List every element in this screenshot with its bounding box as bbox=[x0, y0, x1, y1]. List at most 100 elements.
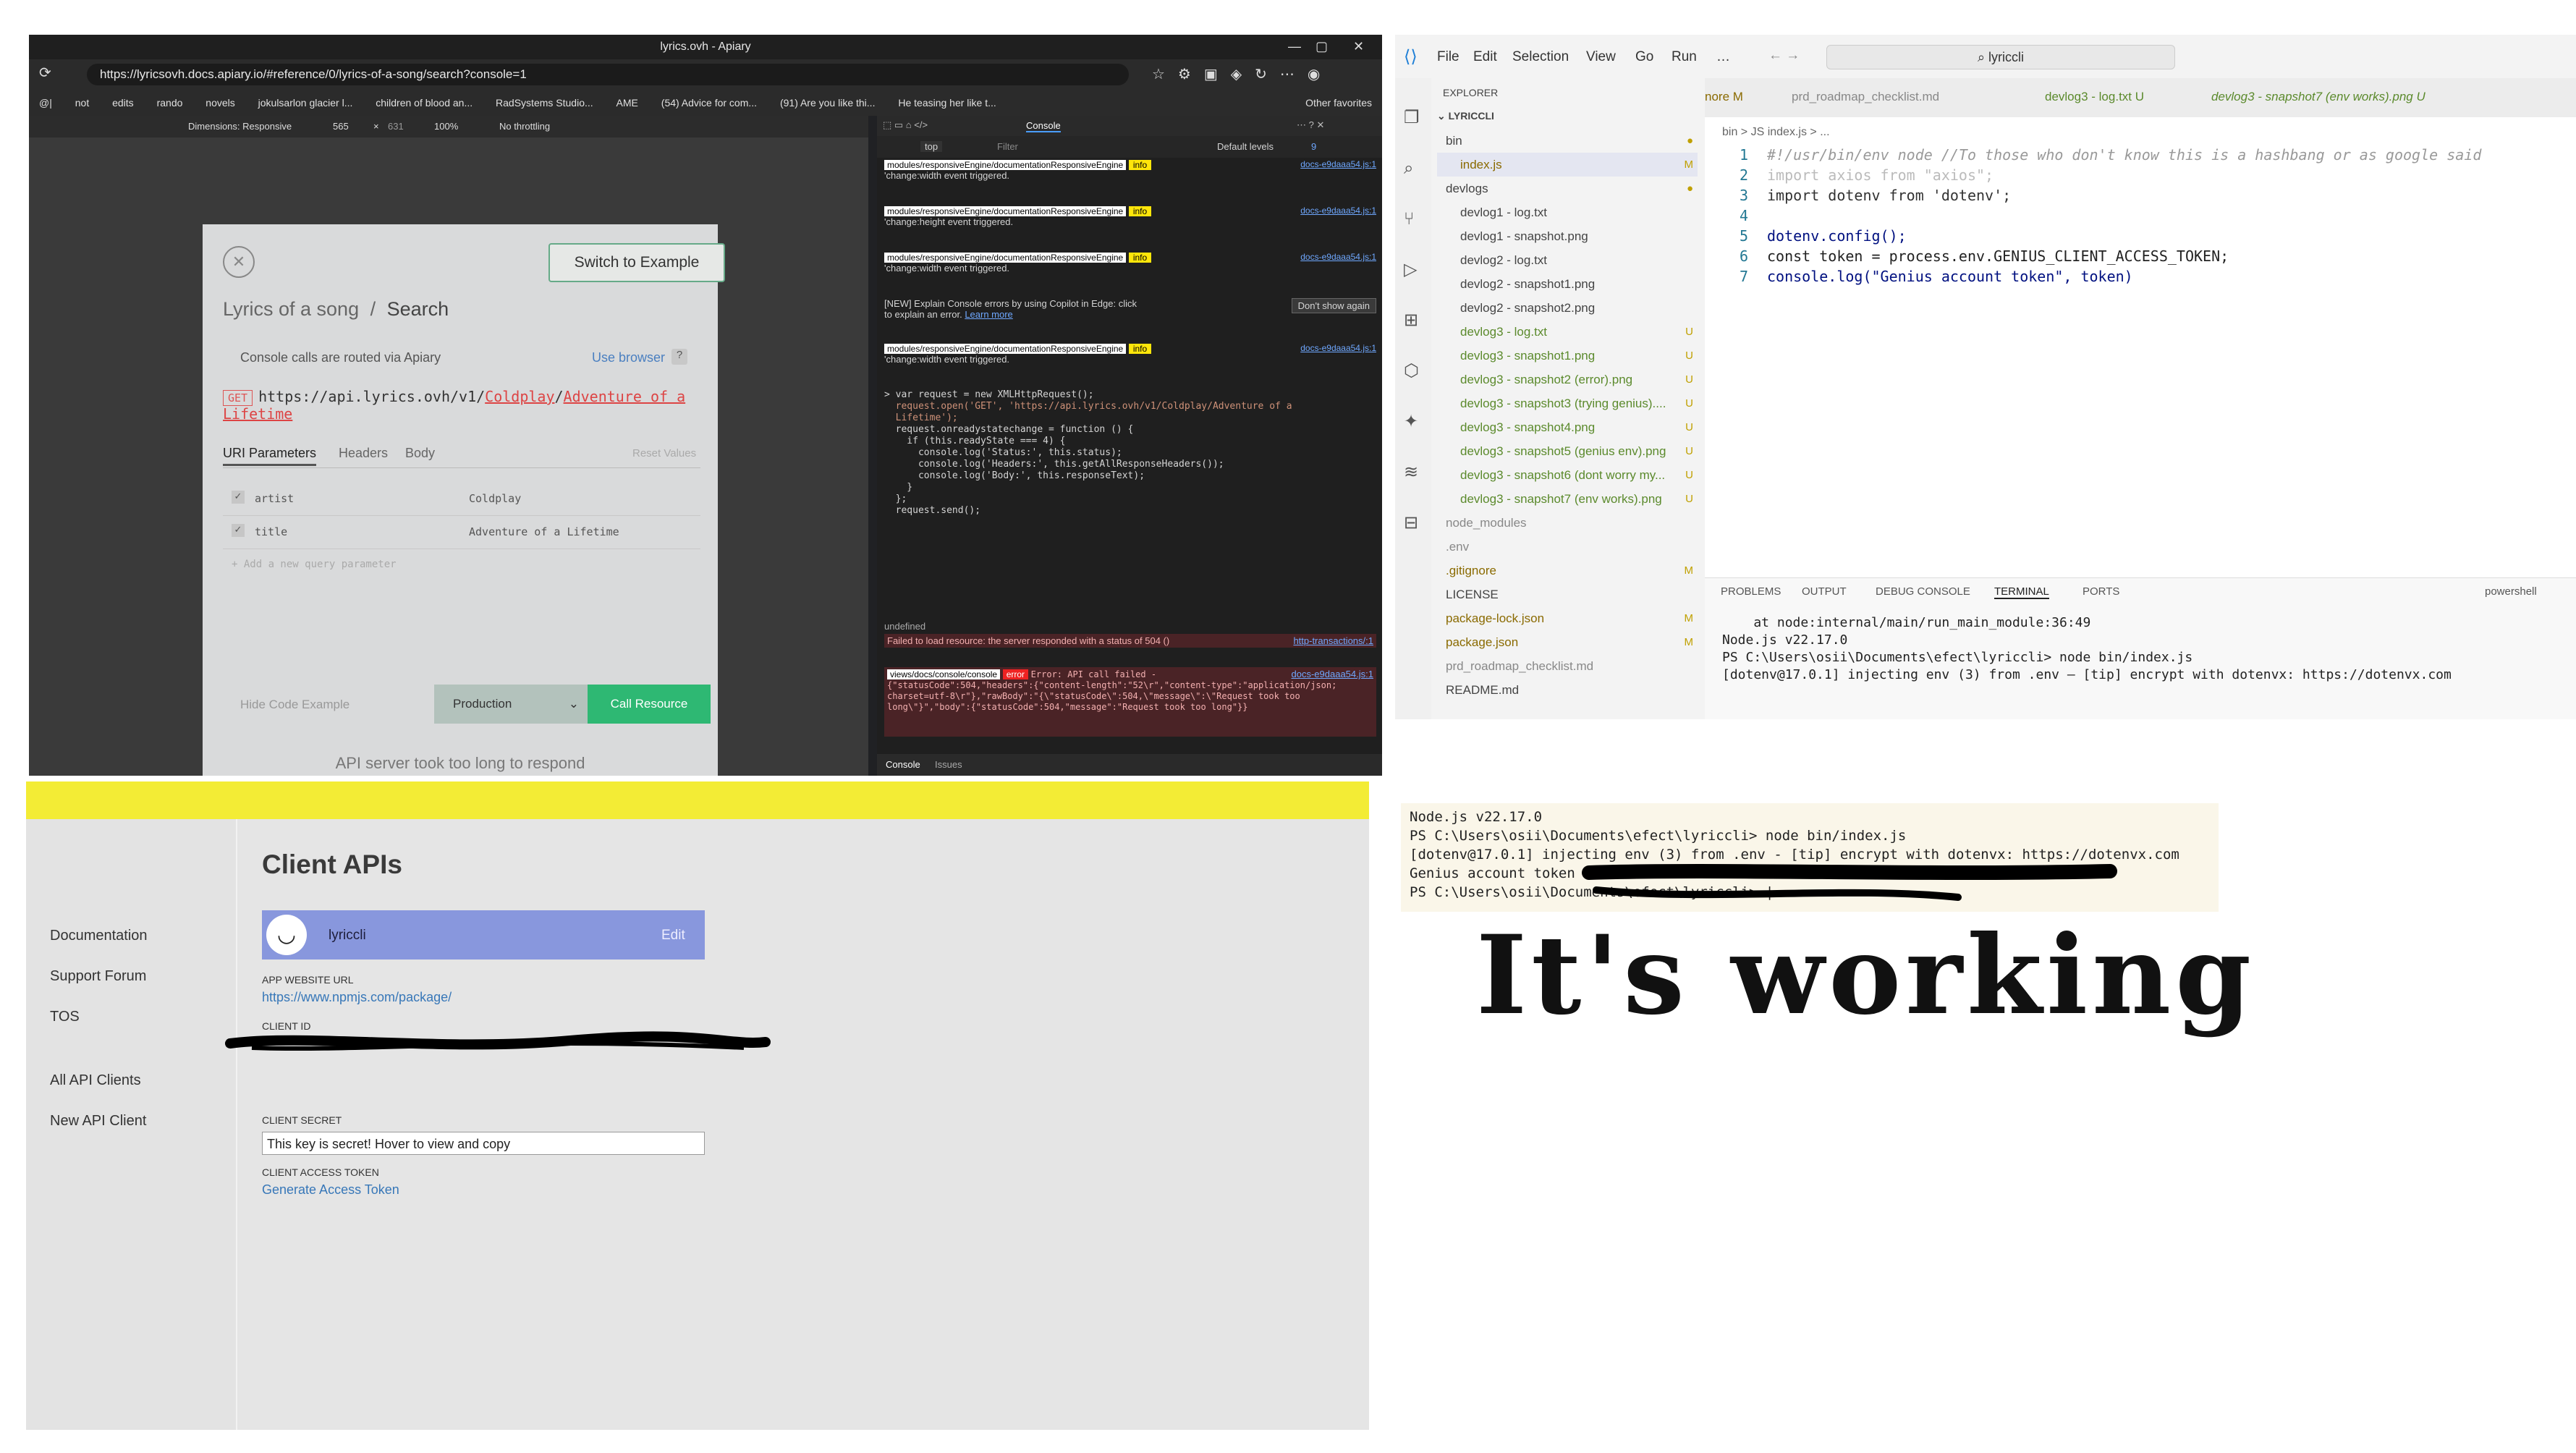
editor-tab[interactable]: devlog3 - snapshot7 (env works).png U bbox=[2211, 90, 2425, 104]
inspect-icon[interactable]: ⬚ ▭ ⌂ </> bbox=[883, 119, 928, 131]
other-favorites[interactable]: Other favorites bbox=[1305, 97, 1372, 109]
panel-tab[interactable]: PROBLEMS bbox=[1721, 585, 1781, 598]
maximize-icon[interactable]: ▢ bbox=[1315, 39, 1328, 54]
tab-uri-parameters[interactable]: URI Parameters bbox=[223, 446, 317, 466]
file-item[interactable]: devlog2 - log.txt bbox=[1437, 248, 1698, 272]
file-item[interactable]: devlog3 - snapshot2 (error).png U bbox=[1437, 368, 1698, 391]
help-icon[interactable]: ? bbox=[671, 349, 687, 365]
width-field[interactable]: 565 bbox=[333, 121, 349, 132]
terminal-output[interactable]: at node:internal/main/run_main_module:36… bbox=[1722, 614, 2452, 684]
file-item[interactable]: devlog3 - snapshot6 (dont worry my... U bbox=[1437, 463, 1698, 487]
bookmark-item[interactable]: @| bbox=[39, 97, 52, 109]
tab-headers[interactable]: Headers bbox=[339, 446, 388, 461]
workspace-root[interactable]: ⌄ LYRICCLI bbox=[1437, 110, 1494, 122]
filter-input[interactable]: Filter bbox=[997, 141, 1018, 152]
close-icon[interactable]: ✕ bbox=[1353, 39, 1364, 54]
shell-label[interactable]: powershell bbox=[2485, 585, 2537, 598]
nav-all-api-clients[interactable]: All API Clients bbox=[50, 1072, 141, 1089]
bookmark-item[interactable]: AME bbox=[617, 97, 638, 109]
error-source-link[interactable]: docs-e9daaa54.js:1 bbox=[1292, 669, 1373, 679]
panel-tab-terminal[interactable]: TERMINAL bbox=[1994, 585, 2049, 599]
zoom-select[interactable]: 100% bbox=[434, 121, 458, 132]
tab-body[interactable]: Body bbox=[405, 446, 435, 461]
devtools-close-icon[interactable]: ⋯ ? ✕ bbox=[1297, 119, 1324, 131]
bookmark-item[interactable]: (91) Are you like thi... bbox=[780, 97, 876, 109]
param-checkbox[interactable]: ✓ bbox=[232, 524, 245, 537]
switch-to-example-button[interactable]: Switch to Example bbox=[548, 243, 725, 282]
menu-run[interactable]: Run bbox=[1672, 49, 1697, 65]
panel-tab[interactable]: PORTS bbox=[2083, 585, 2119, 598]
tab-console[interactable]: Console bbox=[1026, 120, 1061, 132]
bookmark-item[interactable]: rando bbox=[157, 97, 183, 109]
generate-token-link[interactable]: Generate Access Token bbox=[262, 1182, 399, 1198]
bookmark-item[interactable]: He teasing her like t... bbox=[898, 97, 996, 109]
file-item[interactable]: devlog3 - snapshot7 (env works).png U bbox=[1437, 487, 1698, 511]
bookmark-item[interactable]: novels bbox=[206, 97, 234, 109]
panel-tab[interactable]: DEBUG CONSOLE bbox=[1876, 585, 1970, 598]
nav-support-forum[interactable]: Support Forum bbox=[50, 968, 146, 985]
editor-tab[interactable]: nore M bbox=[1705, 90, 1743, 104]
bookmark-item[interactable]: edits bbox=[112, 97, 134, 109]
command-center-search[interactable]: ⌕ lyriccli bbox=[1826, 45, 2175, 69]
drawer-tab-console[interactable]: Console bbox=[886, 759, 920, 770]
dimensions-select[interactable]: Dimensions: Responsive bbox=[188, 121, 292, 132]
bookmark-item[interactable]: RadSystems Studio... bbox=[496, 97, 593, 109]
bookmark-item[interactable]: (54) Advice for com... bbox=[661, 97, 757, 109]
file-item[interactable]: devlog2 - snapshot1.png bbox=[1437, 272, 1698, 296]
file-item[interactable]: package-lock.json M bbox=[1437, 606, 1698, 630]
menu-more[interactable]: … bbox=[1716, 49, 1730, 65]
url-field[interactable]: https://lyricsovh.docs.apiary.io/#refere… bbox=[87, 64, 1129, 85]
menu-selection[interactable]: Selection bbox=[1512, 49, 1569, 65]
file-item[interactable]: devlog2 - snapshot2.png bbox=[1437, 296, 1698, 320]
reset-values-link[interactable]: Reset Values bbox=[632, 447, 696, 459]
dont-show-again-button[interactable]: Don't show again bbox=[1291, 298, 1376, 313]
edit-link[interactable]: Edit bbox=[661, 928, 685, 944]
bookmark-item[interactable]: jokulsarlon glacier l... bbox=[258, 97, 353, 109]
app-url-link[interactable]: https://www.npmjs.com/package/ bbox=[262, 990, 452, 1005]
height-field[interactable]: 631 bbox=[388, 121, 404, 132]
file-item[interactable]: devlog3 - snapshot1.png U bbox=[1437, 344, 1698, 368]
reload-icon[interactable]: ⟳ bbox=[39, 64, 51, 82]
minimize-icon[interactable]: — bbox=[1288, 39, 1301, 54]
environment-select[interactable]: Production ⌄ bbox=[434, 685, 588, 724]
use-browser-link[interactable]: Use browser bbox=[592, 350, 665, 365]
close-modal-icon[interactable]: ✕ bbox=[223, 246, 255, 278]
nav-arrows-icon[interactable]: ← → bbox=[1768, 48, 1800, 64]
nav-new-api-client[interactable]: New API Client bbox=[50, 1113, 146, 1130]
browser-extensions[interactable]: ☆⚙▣◈↻⋯◉ bbox=[1152, 65, 1333, 83]
menu-edit[interactable]: Edit bbox=[1473, 49, 1497, 65]
file-item[interactable]: devlog3 - log.txt U bbox=[1437, 320, 1698, 344]
param-value[interactable]: Adventure of a Lifetime bbox=[469, 525, 619, 538]
source-link[interactable]: docs-e9daaa54.js:1 bbox=[1300, 159, 1376, 169]
add-param-field[interactable]: + Add a new query parameter bbox=[232, 559, 397, 570]
file-item[interactable]: devlog3 - snapshot3 (trying genius).... U bbox=[1437, 391, 1698, 415]
file-item[interactable]: devlog3 - snapshot4.png U bbox=[1437, 415, 1698, 439]
code-view[interactable]: 1 #!/usr/bin/env node //To those who don'… bbox=[1705, 145, 2576, 287]
file-item[interactable]: prd_roadmap_checklist.md bbox=[1437, 654, 1698, 678]
levels-select[interactable]: Default levels bbox=[1217, 141, 1274, 152]
source-link[interactable]: docs-e9daaa54.js:1 bbox=[1300, 206, 1376, 216]
param-checkbox[interactable]: ✓ bbox=[232, 491, 245, 504]
drawer-tab-issues[interactable]: Issues bbox=[935, 759, 962, 770]
editor-breadcrumb[interactable]: bin > JS index.js > ... bbox=[1722, 126, 1830, 139]
editor-tab[interactable]: prd_roadmap_checklist.md bbox=[1792, 90, 1939, 104]
activity-icons[interactable]: ❐ ⌕ ⑂ ▷ ⊞ ⬡ ✦ ≋ ⊟ bbox=[1404, 93, 1420, 548]
bookmark-item[interactable]: children of blood an... bbox=[376, 97, 473, 109]
folder-item[interactable]: bin ● bbox=[1437, 129, 1698, 153]
bookmark-item[interactable]: not bbox=[75, 97, 89, 109]
file-item[interactable]: package.json M bbox=[1437, 630, 1698, 654]
menu-file[interactable]: File bbox=[1437, 49, 1459, 65]
context-select[interactable]: top bbox=[920, 141, 943, 152]
menu-view[interactable]: View bbox=[1586, 49, 1616, 65]
file-item[interactable]: LICENSE bbox=[1437, 583, 1698, 606]
source-link[interactable]: docs-e9daaa54.js:1 bbox=[1300, 252, 1376, 262]
folder-item[interactable]: node_modules bbox=[1437, 511, 1698, 535]
folder-item[interactable]: devlogs ● bbox=[1437, 177, 1698, 200]
panel-tab[interactable]: OUTPUT bbox=[1802, 585, 1847, 598]
nav-tos[interactable]: TOS bbox=[50, 1009, 80, 1025]
file-item[interactable]: devlog3 - snapshot5 (genius env).png U bbox=[1437, 439, 1698, 463]
call-resource-button[interactable]: Call Resource bbox=[588, 685, 711, 724]
file-item[interactable]: .gitignore M bbox=[1437, 559, 1698, 583]
client-secret-field[interactable]: This key is secret! Hover to view and co… bbox=[262, 1132, 705, 1155]
param-value[interactable]: Coldplay bbox=[469, 492, 521, 505]
